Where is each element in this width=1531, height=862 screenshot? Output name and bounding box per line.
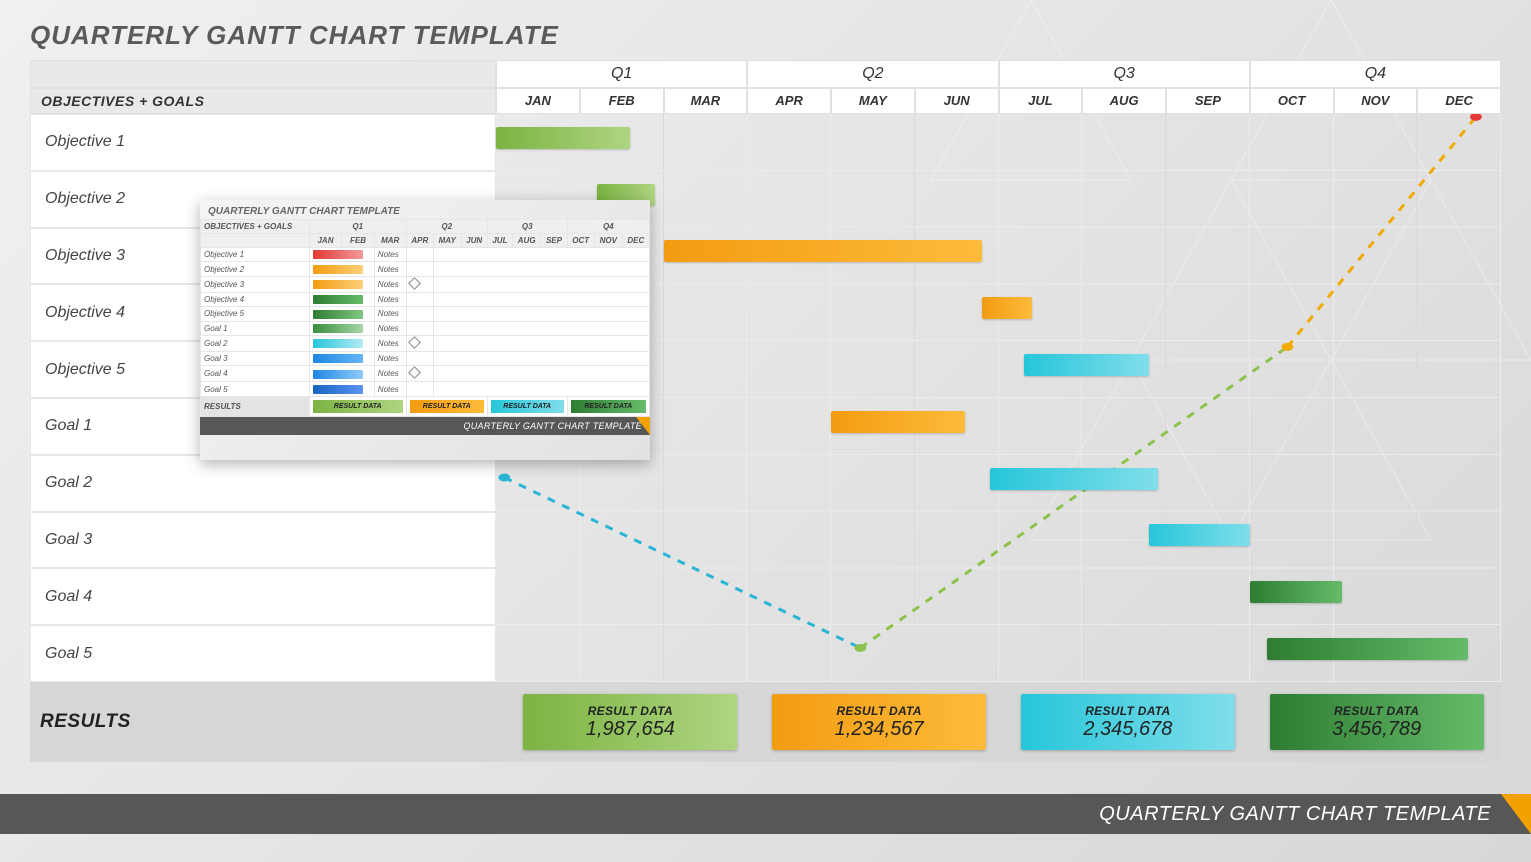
row-label: Goal 2: [30, 455, 496, 512]
results-row: RESULTS RESULT DATA1,987,654RESULT DATA1…: [30, 682, 1501, 762]
footer-text: QUARTERLY GANTT CHART TEMPLATE: [1099, 803, 1491, 826]
result-caption: RESULT DATA: [1334, 704, 1419, 718]
gantt-bar: [831, 411, 965, 433]
thumbnail-title: QUARTERLY GANTT CHART TEMPLATE: [200, 200, 650, 219]
result-value: 3,456,789: [1332, 718, 1421, 741]
page-title: QUARTERLY GANTT CHART TEMPLATE: [30, 20, 1501, 51]
month-oct: OCT: [1250, 88, 1334, 114]
row-label: Goal 4: [30, 568, 496, 625]
gantt-bar: [1149, 524, 1250, 546]
quarter-q3: Q3: [999, 60, 1250, 88]
month-apr: APR: [747, 88, 831, 114]
gantt-bar: [664, 240, 982, 262]
month-sep: SEP: [1166, 88, 1250, 114]
result-caption: RESULT DATA: [588, 704, 673, 718]
results-label: RESULTS: [30, 682, 506, 762]
result-caption: RESULT DATA: [1085, 704, 1170, 718]
result-value: 1,234,567: [835, 718, 924, 741]
result-value: 2,345,678: [1083, 718, 1172, 741]
result-caption: RESULT DATA: [836, 704, 921, 718]
gantt-bar: [496, 127, 630, 149]
month-may: MAY: [831, 88, 915, 114]
quarter-q2: Q2: [747, 60, 998, 88]
month-dec: DEC: [1417, 88, 1501, 114]
result-card: RESULT DATA1,234,567: [772, 694, 986, 750]
row-label: Goal 3: [30, 512, 496, 569]
quarter-header-row: Q1 Q2 Q3 Q4: [30, 60, 1501, 88]
result-value: 1,987,654: [586, 718, 675, 741]
month-jan: JAN: [496, 88, 580, 114]
quarter-q4: Q4: [1250, 60, 1501, 88]
month-feb: FEB: [580, 88, 664, 114]
month-header-row: OBJECTIVES + GOALS JANFEBMARAPRMAYJUNJUL…: [30, 88, 1501, 114]
month-jun: JUN: [915, 88, 999, 114]
result-card: RESULT DATA3,456,789: [1270, 694, 1484, 750]
row-label: Objective 1: [30, 114, 496, 171]
result-card: RESULT DATA2,345,678: [1021, 694, 1235, 750]
thumbnail-footer: QUARTERLY GANTT CHART TEMPLATE: [200, 417, 650, 435]
month-aug: AUG: [1082, 88, 1166, 114]
thumbnail-table: OBJECTIVES + GOALS Q1 Q2 Q3 Q4 JANFEBMAR…: [200, 219, 650, 417]
page: QUARTERLY GANTT CHART TEMPLATE Q1 Q2 Q3 …: [0, 0, 1531, 862]
month-mar: MAR: [664, 88, 748, 114]
quarter-q1: Q1: [496, 60, 747, 88]
gantt-bar: [1024, 354, 1150, 376]
gantt-bar: [1250, 581, 1342, 603]
gantt-bar: [990, 468, 1158, 490]
objectives-header: OBJECTIVES + GOALS: [30, 88, 496, 114]
gantt-bar: [982, 297, 1032, 319]
gantt-bar: [1267, 638, 1468, 660]
result-card: RESULT DATA1,987,654: [523, 694, 737, 750]
thumbnail-obj-header: OBJECTIVES + GOALS: [201, 220, 310, 234]
row-label: Goal 5: [30, 625, 496, 682]
month-nov: NOV: [1334, 88, 1418, 114]
month-jul: JUL: [999, 88, 1083, 114]
thumbnail-preview: QUARTERLY GANTT CHART TEMPLATE OBJECTIVE…: [200, 200, 650, 460]
footer-bar: QUARTERLY GANTT CHART TEMPLATE: [0, 794, 1531, 834]
